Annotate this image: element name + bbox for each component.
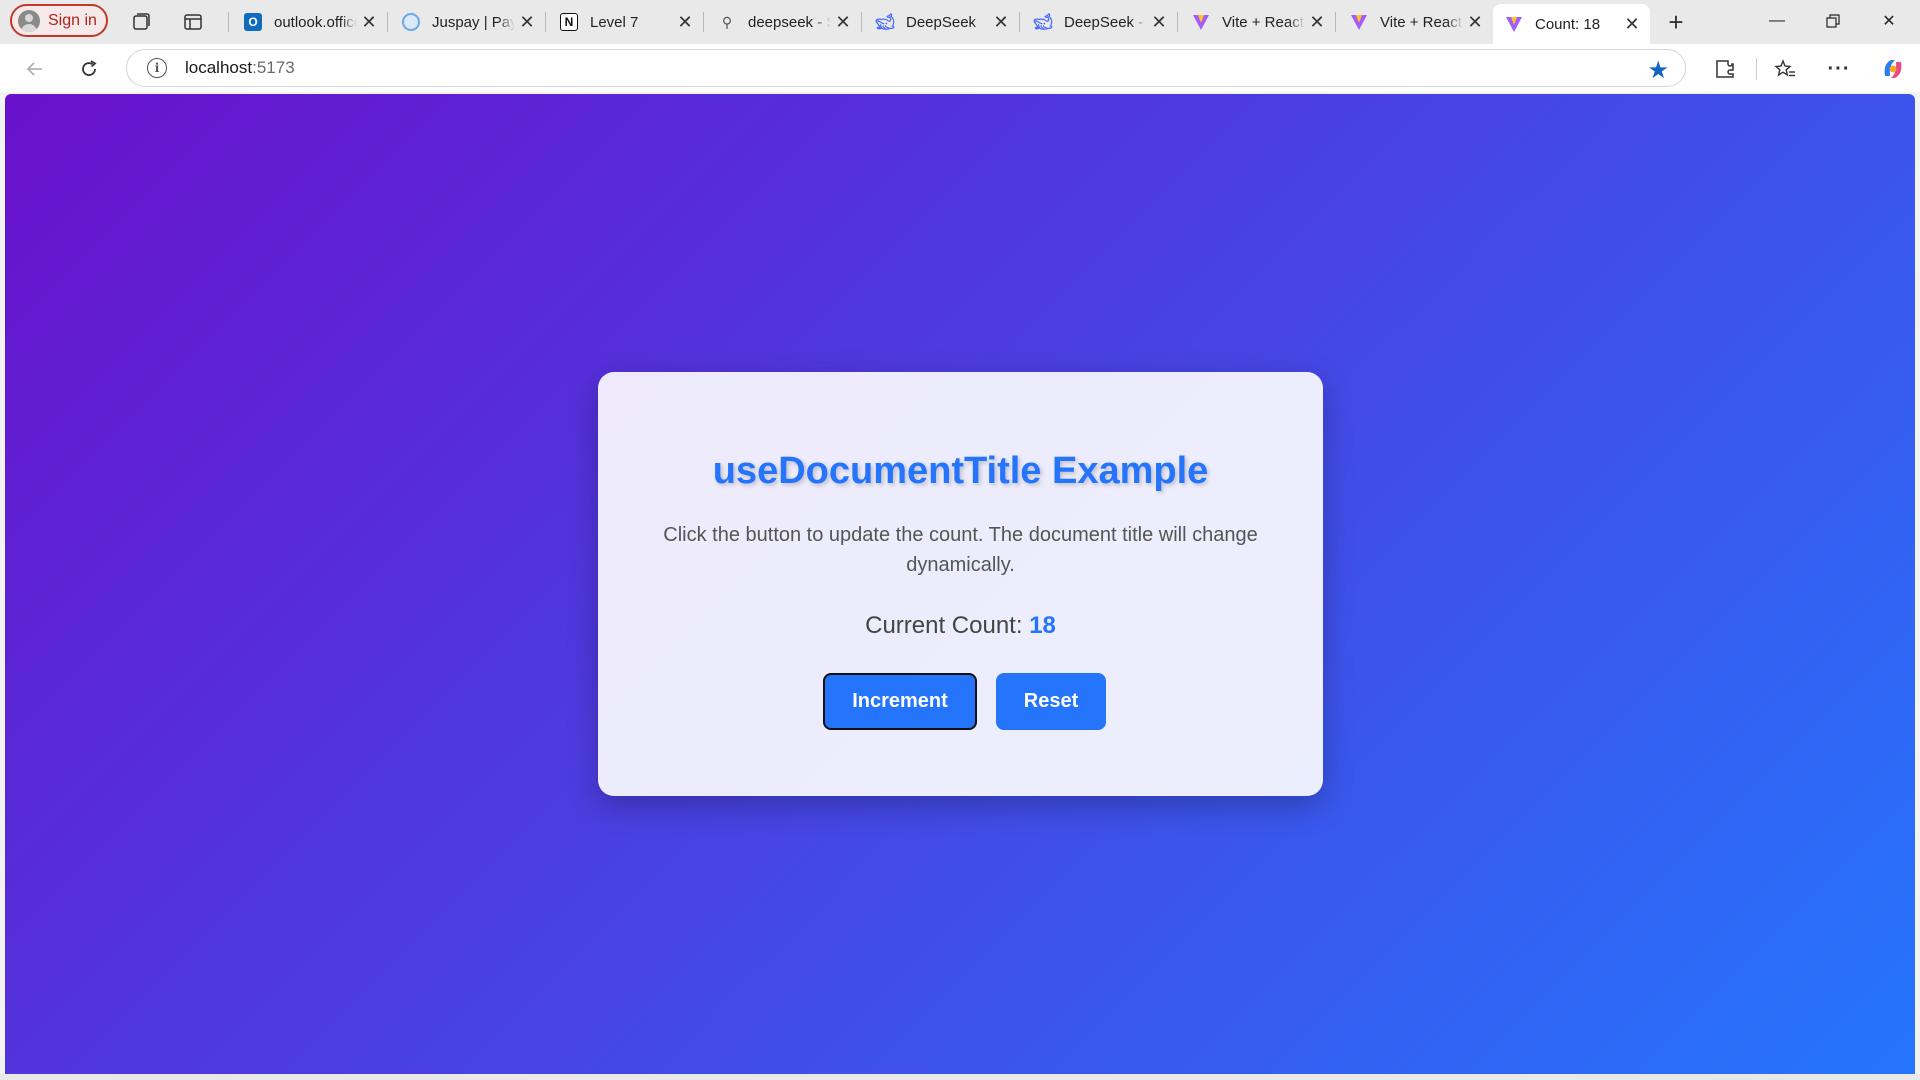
copilot-icon[interactable] (1878, 54, 1908, 84)
sign-in-label: Sign in (48, 11, 97, 29)
outlook-icon: O (244, 13, 262, 31)
close-tab-icon[interactable]: ✕ (1147, 12, 1171, 33)
window-bottom-edge (0, 1074, 1920, 1080)
example-card: useDocumentTitle Example Click the butto… (598, 372, 1323, 796)
extensions-icon[interactable] (1710, 54, 1740, 84)
description-text: Click the button to update the count. Th… (663, 524, 1258, 576)
browser-toolbar: i localhost:5173 ★ ··· (0, 44, 1920, 92)
address-port: :5173 (252, 58, 295, 77)
tab-deepseek[interactable]: 🐋︎ DeepSeek ✕ (864, 4, 1019, 40)
sign-in-button[interactable]: Sign in (10, 4, 108, 37)
more-options-icon[interactable]: ··· (1824, 54, 1854, 84)
address-bar[interactable]: i localhost:5173 ★ (126, 49, 1686, 87)
close-tab-icon[interactable]: ✕ (989, 12, 1013, 33)
tab-title: Level 7 (590, 13, 639, 31)
tab-outlook[interactable]: O outlook.office.com ✕ (232, 4, 387, 40)
search-icon: ⚲ (721, 13, 733, 30)
tab-title: deepseek - Search (748, 13, 831, 31)
close-tab-icon[interactable]: ✕ (357, 12, 381, 33)
tab-title: Count: 18 (1535, 15, 1601, 33)
back-arrow-icon[interactable] (20, 54, 50, 84)
tab-deepseek-2[interactable]: 🐋︎ DeepSeek - Into the Unknown ✕ (1022, 4, 1177, 40)
notion-icon: N (560, 13, 578, 31)
close-window-button[interactable]: ✕ (1866, 6, 1912, 36)
page-viewport: useDocumentTitle Example Click the butto… (5, 94, 1915, 1074)
tab-vite-react-2[interactable]: Vite + React ✕ (1338, 4, 1493, 40)
increment-button[interactable]: Increment (823, 673, 977, 730)
refresh-icon[interactable] (74, 54, 104, 84)
close-tab-icon[interactable]: ✕ (831, 12, 855, 33)
tab-title: Vite + React (1222, 13, 1304, 31)
favorite-star-icon[interactable]: ★ (1647, 56, 1669, 85)
tab-title: DeepSeek (906, 13, 977, 31)
tab-title: Vite + React (1380, 13, 1462, 31)
profile-avatar-icon (18, 9, 40, 32)
close-tab-icon[interactable]: ✕ (673, 12, 697, 33)
close-tab-icon[interactable]: ✕ (1305, 12, 1329, 33)
tab-level-7[interactable]: N Level 7 ✕ (548, 4, 703, 40)
deepseek-icon: 🐋︎ (874, 14, 896, 31)
vite-icon (1192, 13, 1210, 31)
page-title: useDocumentTitle Example (712, 450, 1209, 492)
tab-strip: Sign in O outlook.office.com ✕ Juspay | … (0, 0, 1920, 44)
juspay-icon (402, 13, 420, 31)
restore-button[interactable] (1810, 6, 1856, 36)
count-label: Current Count: (865, 612, 1023, 639)
minimize-button[interactable]: — (1754, 6, 1800, 36)
tab-count-active[interactable]: Count: 18 ✕ (1493, 4, 1650, 44)
close-tab-icon[interactable]: ✕ (1620, 14, 1644, 35)
deepseek-icon: 🐋︎ (1032, 14, 1054, 31)
tab-title: outlook.office.com (274, 13, 357, 31)
vite-icon (1350, 13, 1368, 31)
workspaces-icon[interactable] (128, 9, 154, 35)
tab-deepseek-search[interactable]: ⚲ deepseek - Search ✕ (706, 4, 861, 40)
vite-icon (1505, 15, 1523, 33)
tab-title: DeepSeek - Into the Unknown (1064, 13, 1147, 31)
new-tab-button[interactable]: + (1662, 7, 1690, 37)
tab-title: Juspay | Payments (432, 13, 515, 31)
tab-juspay[interactable]: Juspay | Payments ✕ (390, 4, 545, 40)
count-display: Current Count: 18 (598, 612, 1323, 640)
reset-button[interactable]: Reset (996, 673, 1106, 730)
vertical-tabs-icon[interactable] (180, 9, 206, 35)
address-host: localhost (185, 58, 253, 77)
close-tab-icon[interactable]: ✕ (515, 12, 539, 33)
favorites-icon[interactable] (1770, 54, 1800, 84)
site-info-icon[interactable]: i (147, 58, 167, 78)
tab-vite-react-1[interactable]: Vite + React ✕ (1180, 4, 1335, 40)
count-value: 18 (1029, 612, 1056, 639)
close-tab-icon[interactable]: ✕ (1463, 12, 1487, 33)
